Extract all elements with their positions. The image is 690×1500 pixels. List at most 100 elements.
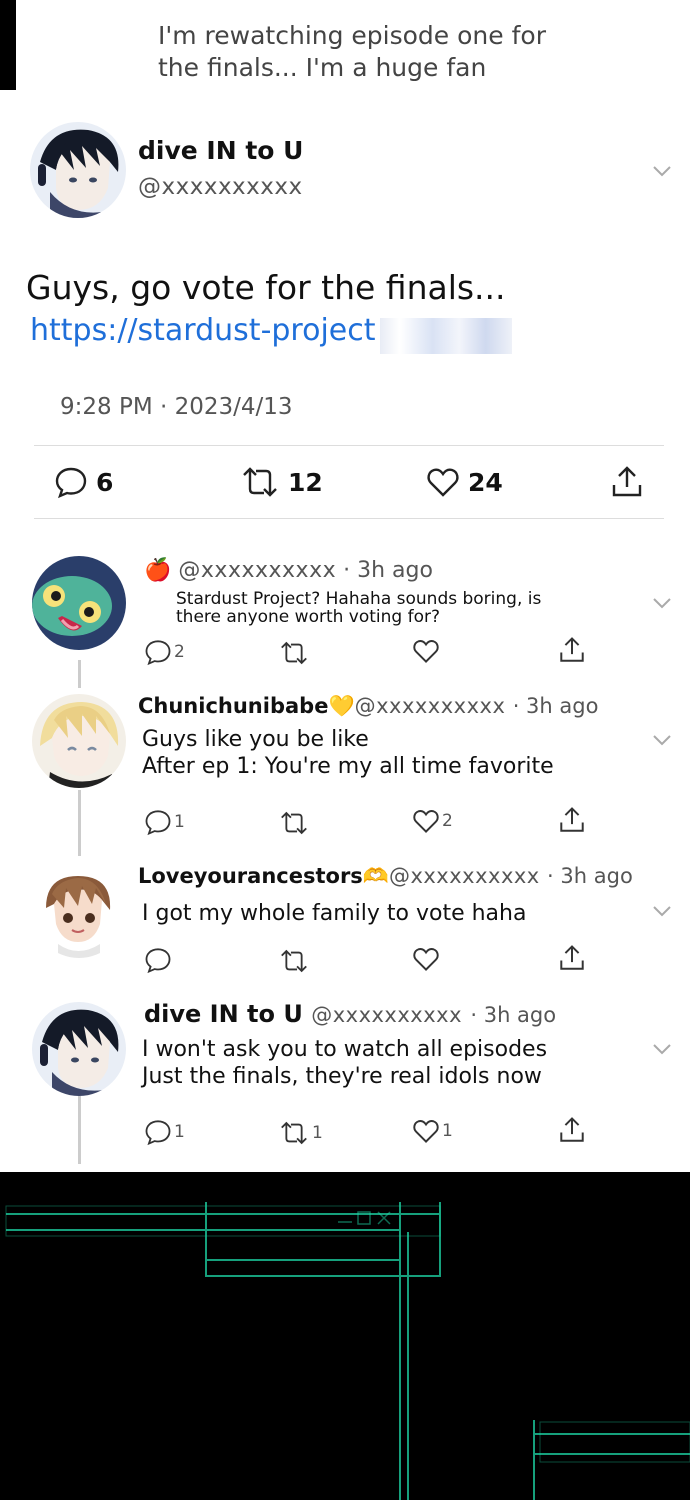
reply-4-handle[interactable]: @xxxxxxxxxx — [311, 1003, 462, 1027]
reply-1-handle[interactable]: @xxxxxxxxxx — [178, 558, 336, 583]
quoted-text-line-2: the finals... I'm a huge fan — [158, 53, 487, 82]
reply-4-author-name[interactable]: dive IN to U — [144, 1000, 303, 1028]
reply-4-comment-count: 1 — [174, 1122, 185, 1142]
chevron-down-icon[interactable] — [652, 733, 672, 747]
repost-count-button[interactable]: 12 — [240, 462, 323, 502]
reply-4-text-line-1: I won't ask you to watch all episodes — [142, 1037, 548, 1062]
thread-connector-line — [78, 660, 81, 688]
reply-1-text: Stardust Project? Hahaha sounds boring, … — [176, 590, 541, 626]
reply-3-comment-button[interactable] — [144, 946, 172, 974]
repost-arrows-icon — [243, 467, 277, 497]
comment-bubble-icon — [55, 467, 87, 499]
reply-4-comment-button[interactable]: 1 — [144, 1118, 185, 1146]
reply-2-share-button[interactable] — [558, 806, 586, 834]
reply-3-time: · 3h ago — [547, 864, 633, 888]
heart-icon — [413, 640, 439, 663]
reply-4-repost-count: 1 — [312, 1123, 323, 1143]
reply-2-comment-button[interactable]: 1 — [144, 808, 185, 836]
reply-2-author-name[interactable]: Chunichunibabe — [138, 694, 328, 718]
chevron-down-icon[interactable] — [652, 904, 672, 918]
main-author-name[interactable]: dive IN to U — [138, 136, 303, 165]
reply-1-comment-count: 2 — [174, 642, 185, 662]
post-timestamp: 9:28 PM · 2023/4/13 — [60, 394, 293, 420]
reply-3-handle[interactable]: @xxxxxxxxxx — [389, 864, 540, 888]
reply-3-text-line-1: I got my whole family to vote haha — [142, 901, 527, 926]
share-upload-icon — [560, 1117, 584, 1142]
reply-2-comment-count: 1 — [174, 812, 185, 832]
reply-2-like-count: 2 — [442, 811, 453, 831]
repost-arrows-icon — [281, 641, 307, 665]
main-post-link[interactable]: https://stardust-project — [30, 313, 376, 348]
quoted-text-line-1: I'm rewatching episode one for — [158, 21, 546, 50]
reply-1-like-button[interactable] — [412, 638, 440, 664]
reply-count-button[interactable]: 6 — [54, 462, 113, 502]
chevron-down-icon[interactable] — [652, 1042, 672, 1056]
heart-icon — [413, 948, 439, 971]
reply-3-avatar[interactable] — [32, 864, 126, 958]
reply-4-like-button[interactable]: 1 — [412, 1118, 453, 1144]
heart-hands-emoji-icon: 🫶 — [362, 864, 389, 888]
reply-2-avatar[interactable] — [32, 694, 126, 788]
heart-icon — [413, 810, 439, 833]
reply-3-author-name[interactable]: Loveyourancestors — [138, 864, 363, 888]
main-post-text: Guys, go vote for the finals... — [26, 268, 506, 307]
reply-2-text-line-1: Guys like you be like — [142, 727, 369, 752]
reply-3-header: Loveyourancestors🫶@xxxxxxxxxx · 3h ago — [138, 864, 633, 889]
reply-2-handle[interactable]: @xxxxxxxxxx — [355, 694, 506, 718]
heart-icon — [413, 1120, 439, 1143]
quoted-text: I'm rewatching episode one for the final… — [158, 20, 598, 84]
reply-4-text: I won't ask you to watch all episodes Ju… — [142, 1036, 547, 1090]
chevron-down-icon[interactable] — [652, 164, 672, 178]
reply-2-text: Guys like you be like After ep 1: You're… — [142, 726, 554, 780]
reply-2-like-button[interactable]: 2 — [412, 808, 453, 834]
like-count-button[interactable]: 24 — [426, 462, 503, 502]
repost-arrows-icon — [281, 1121, 307, 1145]
reply-1-text-line-2: there anyone worth voting for? — [176, 607, 441, 627]
divider — [34, 518, 664, 519]
reply-2-header: Chunichunibabe💛@xxxxxxxxxx · 3h ago — [138, 694, 598, 719]
reply-1-comment-button[interactable]: 2 — [144, 638, 185, 666]
reply-4-share-button[interactable] — [558, 1116, 586, 1144]
reply-3-text: I got my whole family to vote haha — [142, 900, 526, 927]
thread-connector-line — [78, 1096, 81, 1164]
comment-bubble-icon — [145, 948, 171, 974]
dark-glitch-panel — [0, 1172, 690, 1500]
comment-bubble-icon — [145, 1120, 171, 1146]
reply-1-text-line-1: Stardust Project? Hahaha sounds boring, … — [176, 589, 542, 609]
reply-2-time: · 3h ago — [512, 694, 599, 718]
reply-1-share-button[interactable] — [558, 636, 586, 664]
share-upload-icon — [560, 945, 584, 970]
reply-4-header: dive IN to U @xxxxxxxxxx · 3h ago — [144, 1000, 556, 1028]
reply-2-repost-button[interactable] — [278, 810, 310, 836]
reply-1-time: · 3h ago — [343, 558, 433, 583]
reply-4-like-count: 1 — [442, 1121, 453, 1141]
link-redaction-blur — [380, 318, 512, 354]
reply-4-time: · 3h ago — [470, 1003, 557, 1027]
reply-1-header: 🍎 @xxxxxxxxxx · 3h ago — [144, 558, 433, 583]
reply-3-share-button[interactable] — [558, 944, 586, 972]
black-edge-strip — [0, 0, 16, 90]
share-button[interactable] — [610, 462, 644, 502]
reply-4-text-line-2: Just the finals, they're real idols now — [142, 1064, 542, 1089]
chevron-down-icon[interactable] — [652, 596, 672, 610]
reply-3-repost-button[interactable] — [278, 948, 310, 974]
heart-icon — [427, 468, 459, 497]
repost-arrows-icon — [281, 811, 307, 835]
divider — [34, 445, 664, 446]
reply-4-repost-button[interactable]: 1 — [278, 1120, 323, 1146]
thread-connector-line — [78, 790, 81, 856]
share-upload-icon — [612, 466, 642, 497]
post-thread-page: I'm rewatching episode one for the final… — [0, 0, 690, 1172]
yellow-heart-emoji-icon: 💛 — [328, 694, 355, 718]
main-author-avatar[interactable] — [30, 122, 126, 218]
main-author-handle[interactable]: @xxxxxxxxxx — [138, 174, 303, 200]
reply-4-avatar[interactable] — [32, 1002, 126, 1096]
apple-emoji-icon: 🍎 — [144, 558, 172, 583]
share-upload-icon — [560, 637, 584, 662]
reply-1-avatar[interactable] — [32, 556, 126, 650]
reply-3-like-button[interactable] — [412, 946, 440, 972]
reply-1-repost-button[interactable] — [278, 640, 310, 666]
share-upload-icon — [560, 807, 584, 832]
reply-2-text-line-2: After ep 1: You're my all time favorite — [142, 754, 554, 779]
like-count: 24 — [468, 467, 503, 497]
